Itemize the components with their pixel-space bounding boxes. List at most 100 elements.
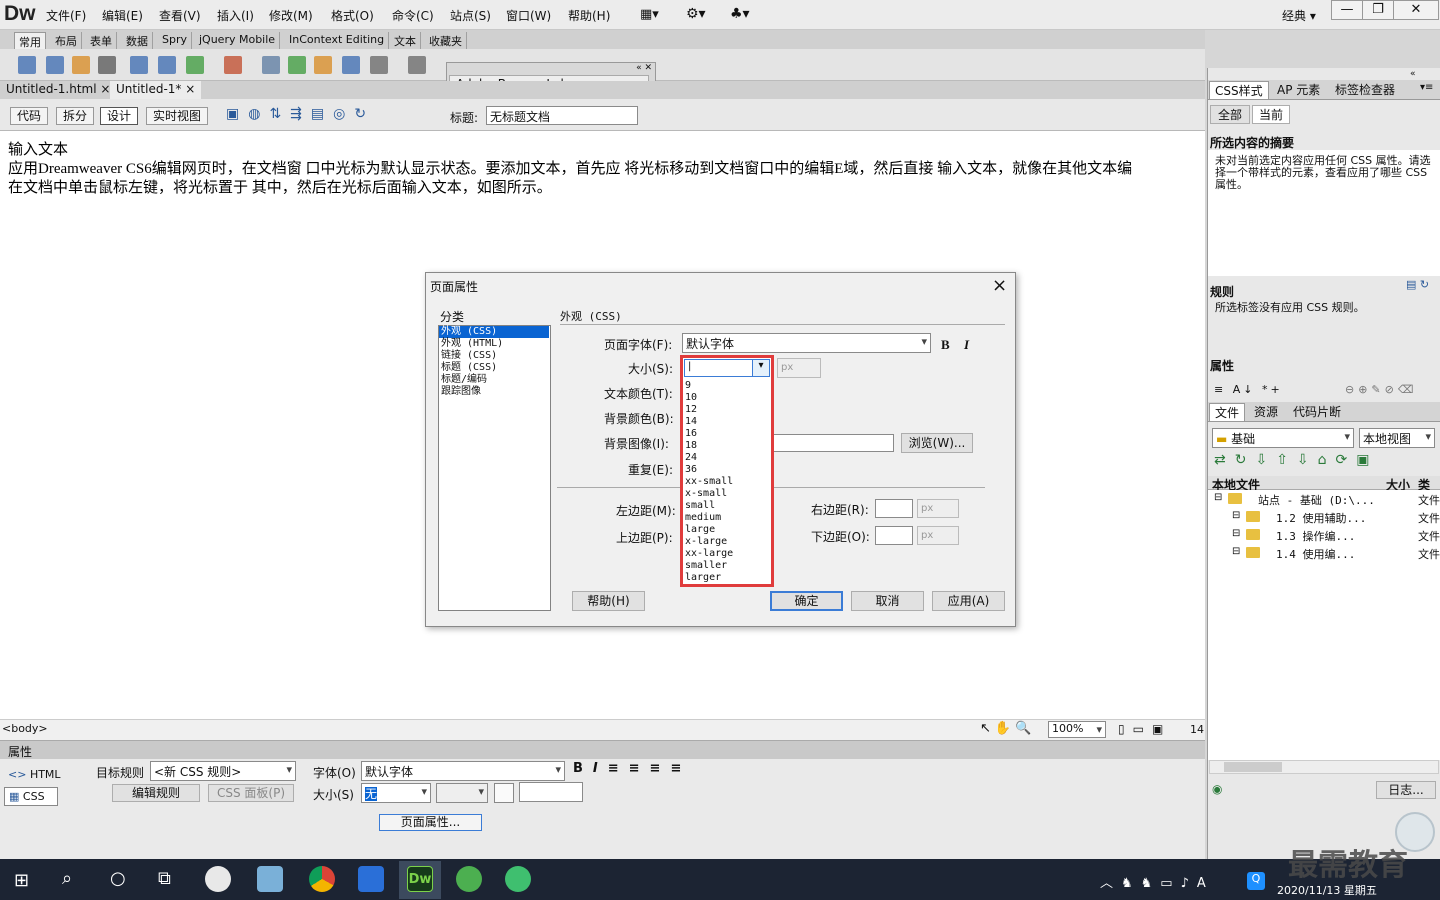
split-view-button[interactable]: 拆分 bbox=[56, 107, 95, 125]
doc-tab-untitled-active[interactable]: Untitled-1* × bbox=[110, 81, 202, 99]
files-toolbar-icons[interactable]: ⇄↻⇩⇧⇩⌂⟳▣ bbox=[1214, 452, 1379, 468]
close-window-button[interactable]: ✕ bbox=[1393, 0, 1439, 20]
toolbar-tool-icon[interactable] bbox=[18, 56, 36, 74]
attribute-view-icons[interactable]: ≡ A↓ *+ bbox=[1214, 383, 1283, 396]
code-view-button[interactable]: 代码 bbox=[10, 107, 49, 125]
search-icon[interactable]: ⌕ bbox=[62, 868, 72, 889]
tab-tag-inspector[interactable]: 标签检查器 bbox=[1330, 81, 1400, 99]
tab-assets[interactable]: 资源 bbox=[1249, 403, 1283, 421]
close-icon[interactable]: × bbox=[100, 82, 110, 96]
window-size-icons[interactable]: ▯▭▣ bbox=[1118, 722, 1171, 736]
menu-item[interactable]: 查看(V) bbox=[159, 7, 201, 24]
menu-item[interactable]: 命令(C) bbox=[392, 7, 434, 24]
file-tree-label[interactable]: 站点 - 基础 (D:\... bbox=[1258, 492, 1375, 508]
css-mode-button[interactable]: ▦ CSS bbox=[4, 787, 58, 806]
toolbar-tool-icon[interactable] bbox=[158, 56, 176, 74]
scroll-thumb[interactable] bbox=[1224, 762, 1282, 772]
toolbar-tool-icon[interactable] bbox=[130, 56, 148, 74]
toolbar-tool-icon[interactable] bbox=[288, 56, 306, 74]
category-item[interactable]: 外观 (HTML) bbox=[439, 338, 549, 350]
menu-item[interactable]: 窗口(W) bbox=[506, 7, 551, 24]
restore-button[interactable]: ❐ bbox=[1362, 0, 1394, 20]
help-button[interactable]: 帮助(H) bbox=[572, 591, 645, 611]
browse-button[interactable]: 浏览(W)... bbox=[901, 433, 973, 453]
size-option[interactable]: smaller bbox=[685, 560, 733, 572]
css-panel-button[interactable]: CSS 面板(P) bbox=[208, 784, 294, 802]
color-swatch[interactable] bbox=[494, 783, 514, 803]
edit-rule-button[interactable]: 编辑规则 bbox=[112, 784, 200, 802]
site-icon[interactable]: ♣▾ bbox=[730, 6, 750, 22]
chevron-down-icon[interactable]: ▾ bbox=[752, 360, 769, 376]
insert-tab[interactable]: 表单 bbox=[86, 32, 117, 49]
size-select[interactable]: 无 bbox=[361, 783, 431, 803]
chrome-icon[interactable] bbox=[309, 866, 335, 892]
app-notes-icon[interactable] bbox=[257, 866, 283, 892]
attribute-action-icons[interactable]: ⊖⊕✎⊘⌫ bbox=[1345, 383, 1417, 396]
menu-item[interactable]: 文件(F) bbox=[46, 7, 86, 24]
target-rule-select[interactable]: <新 CSS 规则> bbox=[150, 761, 296, 781]
toolbar-tool-icon[interactable] bbox=[314, 56, 332, 74]
view-select[interactable]: 本地视图 bbox=[1359, 428, 1435, 448]
toolbar-tool-icon[interactable] bbox=[186, 56, 204, 74]
site-select[interactable]: ▬ 基础 bbox=[1212, 428, 1354, 448]
current-button[interactable]: 当前 bbox=[1252, 105, 1290, 124]
menu-item[interactable]: 插入(I) bbox=[217, 7, 254, 24]
expand-icon[interactable]: ⊟ bbox=[1232, 528, 1240, 539]
tag-selector[interactable]: <body> bbox=[2, 722, 48, 735]
size-option[interactable]: 10 bbox=[685, 392, 733, 404]
title-input[interactable]: 无标题文档 bbox=[486, 106, 638, 125]
toolbar-tool-icon[interactable] bbox=[342, 56, 360, 74]
size-option[interactable]: 9 bbox=[685, 380, 733, 392]
gear-icon[interactable]: ⚙▾ bbox=[686, 6, 706, 22]
file-tree-label[interactable]: 1.2 使用辅助... bbox=[1276, 510, 1366, 526]
size-option[interactable]: 14 bbox=[685, 416, 733, 428]
menu-item[interactable]: 编辑(E) bbox=[102, 7, 143, 24]
workspace-switcher[interactable]: 经典 ▾ bbox=[1282, 7, 1316, 24]
category-item[interactable]: 链接 (CSS) bbox=[439, 350, 549, 362]
ok-button[interactable]: 确定 bbox=[770, 591, 843, 611]
all-button[interactable]: 全部 bbox=[1210, 105, 1250, 124]
page-properties-button[interactable]: 页面属性... bbox=[379, 814, 482, 831]
live-view-button[interactable]: 实时视图 bbox=[146, 107, 209, 125]
size-option[interactable]: 18 bbox=[685, 440, 733, 452]
close-icon[interactable]: × bbox=[185, 82, 195, 96]
toolbar-tool-icon[interactable] bbox=[262, 56, 280, 74]
size-option[interactable]: 24 bbox=[685, 452, 733, 464]
size-option[interactable]: 16 bbox=[685, 428, 733, 440]
app-green-icon[interactable] bbox=[505, 866, 531, 892]
view-tool-icons[interactable]: ▣◍⇅⇶▤◎↻ bbox=[226, 106, 375, 122]
menu-item[interactable]: 格式(O) bbox=[331, 7, 374, 24]
tray-icons[interactable]: ︿♞♞▭♪A bbox=[1100, 872, 1214, 891]
files-scrollbar[interactable] bbox=[1209, 760, 1439, 774]
size-option[interactable]: x-large bbox=[685, 536, 733, 548]
design-view-button[interactable]: 设计 bbox=[100, 107, 139, 125]
insert-tab[interactable]: 收藏夹 bbox=[425, 32, 467, 49]
expand-icon[interactable]: ⊟ bbox=[1214, 492, 1222, 503]
category-item[interactable]: 标题 (CSS) bbox=[439, 362, 549, 374]
size-option[interactable]: large bbox=[685, 524, 733, 536]
size-option[interactable]: 36 bbox=[685, 464, 733, 476]
file-tree-label[interactable]: 1.3 操作编... bbox=[1276, 528, 1355, 544]
cancel-button[interactable]: 取消 bbox=[851, 591, 924, 611]
dreamweaver-icon[interactable]: Dw bbox=[407, 866, 433, 892]
zoom-select[interactable]: 100% bbox=[1048, 721, 1106, 738]
size-option[interactable]: 12 bbox=[685, 404, 733, 416]
toolbar-tool-icon[interactable] bbox=[370, 56, 388, 74]
layout-icon[interactable]: ▦▾ bbox=[640, 7, 659, 22]
category-item[interactable]: 跟踪图像 bbox=[439, 386, 549, 398]
log-button[interactable]: 日志... bbox=[1376, 781, 1436, 799]
tab-css-styles[interactable]: CSS样式 bbox=[1209, 81, 1269, 99]
cortana-icon[interactable]: ○ bbox=[110, 868, 126, 889]
toolbar-tool-icon[interactable] bbox=[98, 56, 116, 74]
toolbar-tool-icon[interactable] bbox=[72, 56, 90, 74]
task-view-icon[interactable]: ⧉ bbox=[158, 868, 171, 889]
size-option[interactable]: x-small bbox=[685, 488, 733, 500]
page-font-select[interactable]: 默认字体 bbox=[682, 333, 931, 353]
apply-button[interactable]: 应用(A) bbox=[932, 591, 1005, 611]
size-option[interactable]: small bbox=[685, 500, 733, 512]
collapse-panels-icon[interactable]: « bbox=[1410, 69, 1416, 79]
insert-tab[interactable]: InContext Editing bbox=[285, 32, 390, 49]
size-option[interactable]: larger bbox=[685, 572, 733, 584]
tab-snippets[interactable]: 代码片断 bbox=[1288, 403, 1346, 421]
size-dropdown[interactable]: | ▾ 9 10 12 14 16 18 24 36 xx-small x-small small m… bbox=[680, 355, 774, 587]
